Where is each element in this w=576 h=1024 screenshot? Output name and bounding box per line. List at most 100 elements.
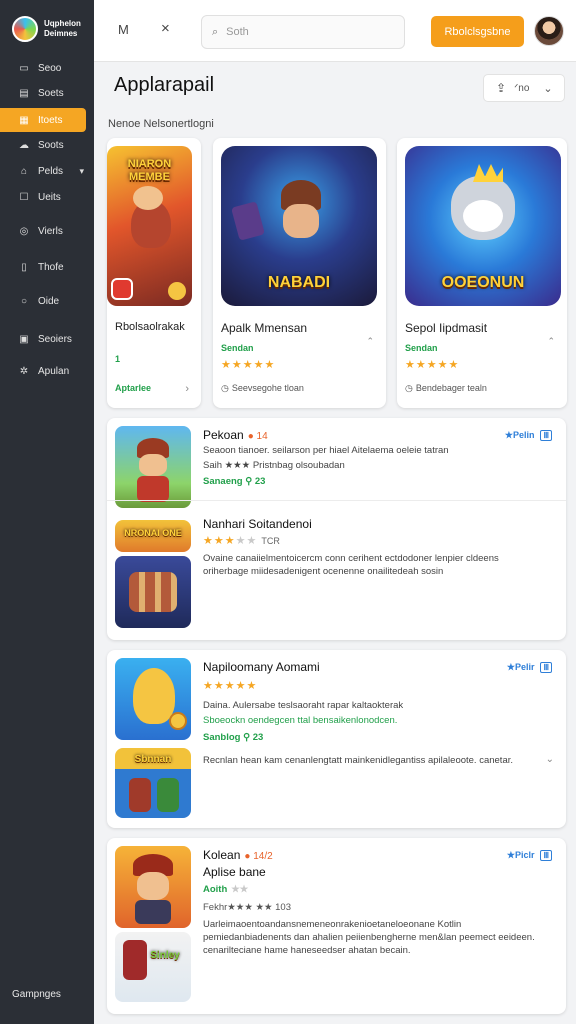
sidebar-item-7[interactable]: ◎ Vierls bbox=[0, 219, 86, 243]
cloud-icon: ☁ bbox=[19, 139, 29, 151]
fire-icon: ● 14 bbox=[247, 431, 268, 442]
game-thumbnail bbox=[115, 426, 191, 508]
sidebar-item-label: Pelds bbox=[38, 165, 64, 177]
avatar[interactable] bbox=[534, 16, 564, 46]
rating-stars: ★★★★★ bbox=[405, 359, 460, 371]
list-description: Recnlan hean kam cenanlengtatt mainkenid… bbox=[203, 755, 514, 766]
grid-icon[interactable]: Ⅲ bbox=[540, 430, 552, 441]
featured-card-1[interactable]: NIARON MEMBE Rbolsaolrakak 1 Aptarlee › bbox=[107, 138, 201, 408]
list-description: Ovaine canaiielmentoicercm conn cerihent… bbox=[203, 553, 499, 577]
chevron-up-icon[interactable]: ⌃ bbox=[366, 336, 374, 347]
list-description: Seaoon tianoer. seilarson per hiael Aite… bbox=[203, 445, 449, 456]
sidebar-item-label: Ueits bbox=[38, 191, 61, 203]
share-icon: ⇪ bbox=[496, 81, 507, 95]
featured-sub: Sendan bbox=[405, 343, 438, 353]
sidebar-item-label: Vierls bbox=[38, 225, 63, 237]
artwork-title: OOEONUN bbox=[441, 274, 525, 291]
featured-sub: Sendan bbox=[221, 343, 254, 353]
list-meta: Fekhr★★★ ★★ 103 bbox=[203, 902, 291, 913]
book-icon: ▤ bbox=[19, 87, 29, 99]
sidebar-item-5[interactable]: ⌂ Pelds ▾ bbox=[0, 159, 86, 183]
list-description: Daina. Aulersabe teslsaoraht rapar kalta… bbox=[203, 700, 404, 711]
featured-title: Sepol Iipdmasit bbox=[405, 321, 488, 335]
menu-icon[interactable]: M bbox=[118, 22, 129, 37]
banner-text: Sbnnan bbox=[134, 754, 172, 765]
game-thumbnail: Sinley bbox=[115, 932, 191, 1002]
sidebar-item-1[interactable]: ▭ Seoo bbox=[0, 56, 86, 80]
game-thumbnail bbox=[115, 556, 191, 628]
sidebar: Uqphelon Deimnes ▭ Seoo ▤ Soets ▦ Itoets ☁ S… bbox=[0, 0, 94, 1024]
list-item-3[interactable]: Kolean ● 14/2 Aplise bane ★Piclr Ⅲ Aoith ★★… bbox=[107, 838, 566, 1014]
featured-title: Apalk Mmensan bbox=[221, 321, 308, 335]
view-selector[interactable]: ⇪ ᐟno ⌄ bbox=[483, 74, 565, 102]
featured-card-2[interactable]: NABADI Apalk Mmensan Sendan ⌃ ★★★★★ ◷ See… bbox=[213, 138, 386, 408]
list-item-1[interactable]: Pekoan ● 14 ★Pelin Ⅲ Seaoon tianoer. seila… bbox=[107, 418, 566, 640]
game-artwork: NIARON MEMBE bbox=[107, 146, 192, 306]
rating-stars: ★★★★★ bbox=[221, 359, 276, 371]
clock-icon: ◷ bbox=[405, 383, 413, 393]
chevron-up-icon[interactable]: ⌃ bbox=[547, 336, 555, 347]
close-icon[interactable]: × bbox=[161, 20, 170, 37]
list-green-label: Sanblog ⚲ 23 bbox=[203, 732, 264, 743]
list-green-label: Sanaeng ⚲ 23 bbox=[203, 476, 266, 487]
list-meta: Sboeockn oendegcen ttal bensaikenlonodce… bbox=[203, 715, 398, 726]
sidebar-item-9[interactable]: ○ Oide bbox=[0, 289, 86, 313]
top-bar: M × ⌕ Soth Rbolclsgsbne bbox=[94, 0, 576, 62]
list-subtitle: Aplise bane bbox=[203, 865, 266, 879]
game-thumbnail bbox=[115, 846, 191, 928]
brand-line-2: Deimnes bbox=[44, 29, 78, 38]
featured-note: ◷ Bendebager tealn bbox=[405, 383, 487, 393]
primary-action-button[interactable]: Rbolclsgsbne bbox=[431, 16, 524, 47]
sidebar-item-label: Soets bbox=[38, 87, 64, 99]
list-subtitle: Nanhari Soitandenoi bbox=[203, 517, 312, 531]
sidebar-item-6[interactable]: ☐ Ueits bbox=[0, 185, 86, 209]
sidebar-item-3-active[interactable]: ▦ Itoets bbox=[0, 108, 86, 132]
artwork-title: NIARON MEMBE bbox=[127, 158, 172, 183]
list-item-2[interactable]: Napiloomany Aomami ★Pelir Ⅲ ★★★★★ Daina. … bbox=[107, 650, 566, 828]
sidebar-item-4[interactable]: ☁ Soots bbox=[0, 133, 86, 157]
list-meta: Saih ★★★ Pristnbag olsoubadan bbox=[203, 460, 345, 471]
game-artwork: OOEONUN bbox=[405, 146, 561, 306]
fire-icon: ● 14/2 bbox=[244, 851, 273, 862]
list-title: Napiloomany Aomami bbox=[203, 660, 320, 674]
brand[interactable]: Uqphelon Deimnes bbox=[12, 16, 81, 42]
sidebar-item-8[interactable]: ▯ Thofe bbox=[0, 255, 86, 279]
chevron-right-icon[interactable]: › bbox=[185, 383, 189, 395]
list-title: Kolean ● 14/2 bbox=[203, 848, 273, 862]
artwork-title: NABADI bbox=[267, 274, 331, 291]
gear-icon: ✲ bbox=[19, 365, 29, 377]
sidebar-item-2[interactable]: ▤ Soets bbox=[0, 81, 86, 105]
status-badge: ★Pelir Ⅲ bbox=[507, 662, 552, 673]
featured-title: Rbolsaolrakak bbox=[115, 321, 185, 333]
featured-note: ◷ Seevsegohe tloan bbox=[221, 383, 304, 393]
status-badge: ★Piclr Ⅲ bbox=[507, 850, 552, 861]
list-green-label: Aoith ★★ bbox=[203, 884, 249, 895]
game-artwork: NABADI bbox=[221, 146, 377, 306]
view-label: ᐟno bbox=[514, 82, 530, 94]
section-label: Nenoe Nelsonertlogni bbox=[108, 118, 214, 130]
featured-card-3[interactable]: OOEONUN Sepol Iipdmasit Sendan ⌃ ★★★★★ ◷… bbox=[397, 138, 567, 408]
sidebar-item-label: Thofe bbox=[38, 261, 64, 273]
search-input[interactable]: ⌕ Soth bbox=[201, 15, 405, 49]
sidebar-item-11[interactable]: ✲ Apulan bbox=[0, 359, 86, 383]
sidebar-item-10[interactable]: ▣ Seoiers bbox=[0, 327, 86, 351]
grid-icon[interactable]: Ⅲ bbox=[540, 662, 552, 673]
sidebar-item-label: Seoo bbox=[38, 62, 62, 74]
brand-line-1: Uqphelon bbox=[44, 19, 81, 28]
sidebar-item-label: Seoiers bbox=[38, 333, 72, 345]
app-badge-icon bbox=[111, 278, 133, 300]
square-icon: ☐ bbox=[19, 191, 29, 203]
chevron-down-icon[interactable]: ▾ bbox=[79, 166, 84, 177]
sidebar-footer[interactable]: Gampnges bbox=[12, 989, 61, 1000]
target-icon: ◎ bbox=[19, 225, 29, 237]
banner-text: Sinley bbox=[150, 950, 180, 961]
banner-text: NRONAI ONE bbox=[124, 528, 182, 538]
home-icon: ⌂ bbox=[20, 165, 28, 177]
chevron-down-icon[interactable]: ⌄ bbox=[546, 754, 554, 765]
featured-note[interactable]: Aptarlee bbox=[115, 383, 151, 393]
phone-icon: ▯ bbox=[21, 261, 27, 273]
grid-icon[interactable]: Ⅲ bbox=[540, 850, 552, 861]
game-thumbnail bbox=[115, 658, 191, 740]
search-placeholder: Soth bbox=[226, 26, 249, 38]
grid-icon: ▦ bbox=[19, 114, 29, 126]
